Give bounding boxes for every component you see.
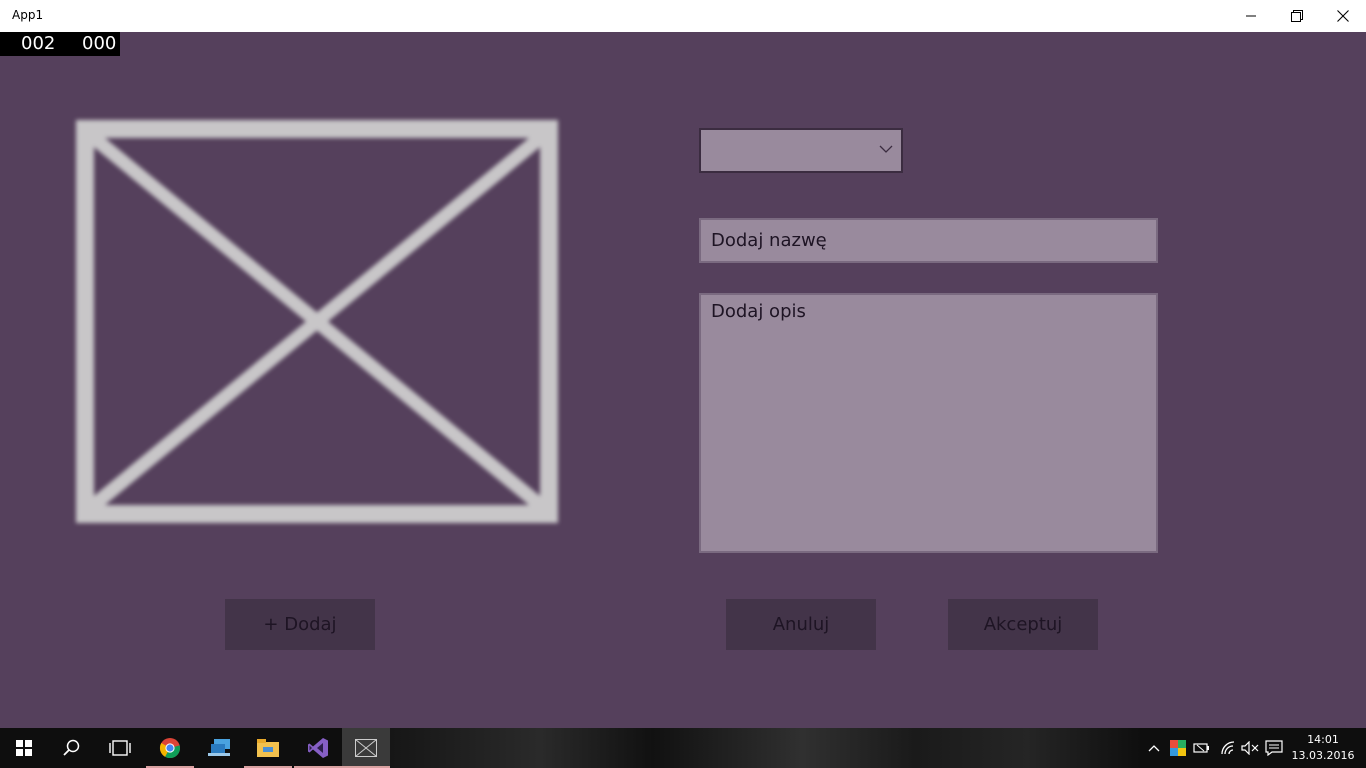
- image-placeholder-icon: [76, 120, 558, 523]
- name-input[interactable]: [699, 218, 1158, 263]
- taskbar: 14:01 13.03.2016: [0, 728, 1366, 768]
- taskbar-file-explorer[interactable]: [244, 728, 292, 768]
- app1-icon: [355, 739, 377, 757]
- start-button[interactable]: [0, 728, 48, 768]
- add-image-button[interactable]: + Dodaj: [225, 599, 375, 650]
- taskbar-wallpaper-strip: [390, 728, 1140, 768]
- colorful-app-icon: [1170, 740, 1186, 756]
- close-icon: [1337, 10, 1349, 22]
- accept-button[interactable]: Akceptuj: [948, 599, 1098, 650]
- description-input[interactable]: [699, 293, 1158, 553]
- battery-status-icon: [1193, 743, 1209, 753]
- task-view-icon: [109, 740, 131, 756]
- chrome-icon: [159, 738, 181, 759]
- taskbar-visual-studio[interactable]: [294, 728, 342, 768]
- frame-counter-left: 002: [21, 33, 56, 54]
- task-view-button[interactable]: [96, 728, 144, 768]
- taskbar-chrome[interactable]: [146, 728, 194, 768]
- title-bar: App1: [0, 0, 1366, 32]
- chevron-up-icon: [1148, 745, 1160, 752]
- tray-app-button[interactable]: [1168, 738, 1188, 758]
- category-dropdown[interactable]: [699, 128, 903, 173]
- chevron-down-icon: [879, 145, 893, 153]
- taskbar-app1[interactable]: [342, 728, 390, 768]
- frame-rate-counter: 002 000: [0, 32, 120, 56]
- visual-studio-icon: [308, 738, 328, 758]
- minimize-icon: [1246, 15, 1256, 17]
- taskbar-clock[interactable]: 14:01 13.03.2016: [1290, 732, 1356, 764]
- search-button[interactable]: [48, 728, 96, 768]
- file-explorer-icon: [257, 739, 279, 757]
- tray-battery-button[interactable]: [1192, 738, 1212, 758]
- clock-time: 14:01: [1307, 733, 1339, 746]
- frame-counter-right: 000: [82, 33, 117, 54]
- wifi-icon: [1221, 741, 1235, 755]
- clock-date: 13.03.2016: [1291, 749, 1355, 762]
- taskbar-network-app[interactable]: [196, 728, 244, 768]
- volume-muted-icon: [1241, 741, 1259, 755]
- minimize-button[interactable]: [1228, 0, 1274, 32]
- network-app-icon: [208, 739, 230, 756]
- close-button[interactable]: [1320, 0, 1366, 32]
- search-icon: [63, 739, 80, 756]
- cancel-button[interactable]: Anuluj: [726, 599, 876, 650]
- show-hidden-icons-button[interactable]: [1144, 738, 1164, 758]
- restore-icon: [1291, 10, 1303, 22]
- action-center-button[interactable]: [1264, 738, 1284, 758]
- window-title: App1: [12, 8, 44, 22]
- tray-volume-button[interactable]: [1240, 738, 1260, 758]
- app-content: + Dodaj Anuluj Akceptuj: [0, 32, 1366, 728]
- tray-network-button[interactable]: [1218, 738, 1238, 758]
- start-icon: [16, 740, 32, 756]
- notifications-icon: [1265, 740, 1283, 756]
- restore-button[interactable]: [1274, 0, 1320, 32]
